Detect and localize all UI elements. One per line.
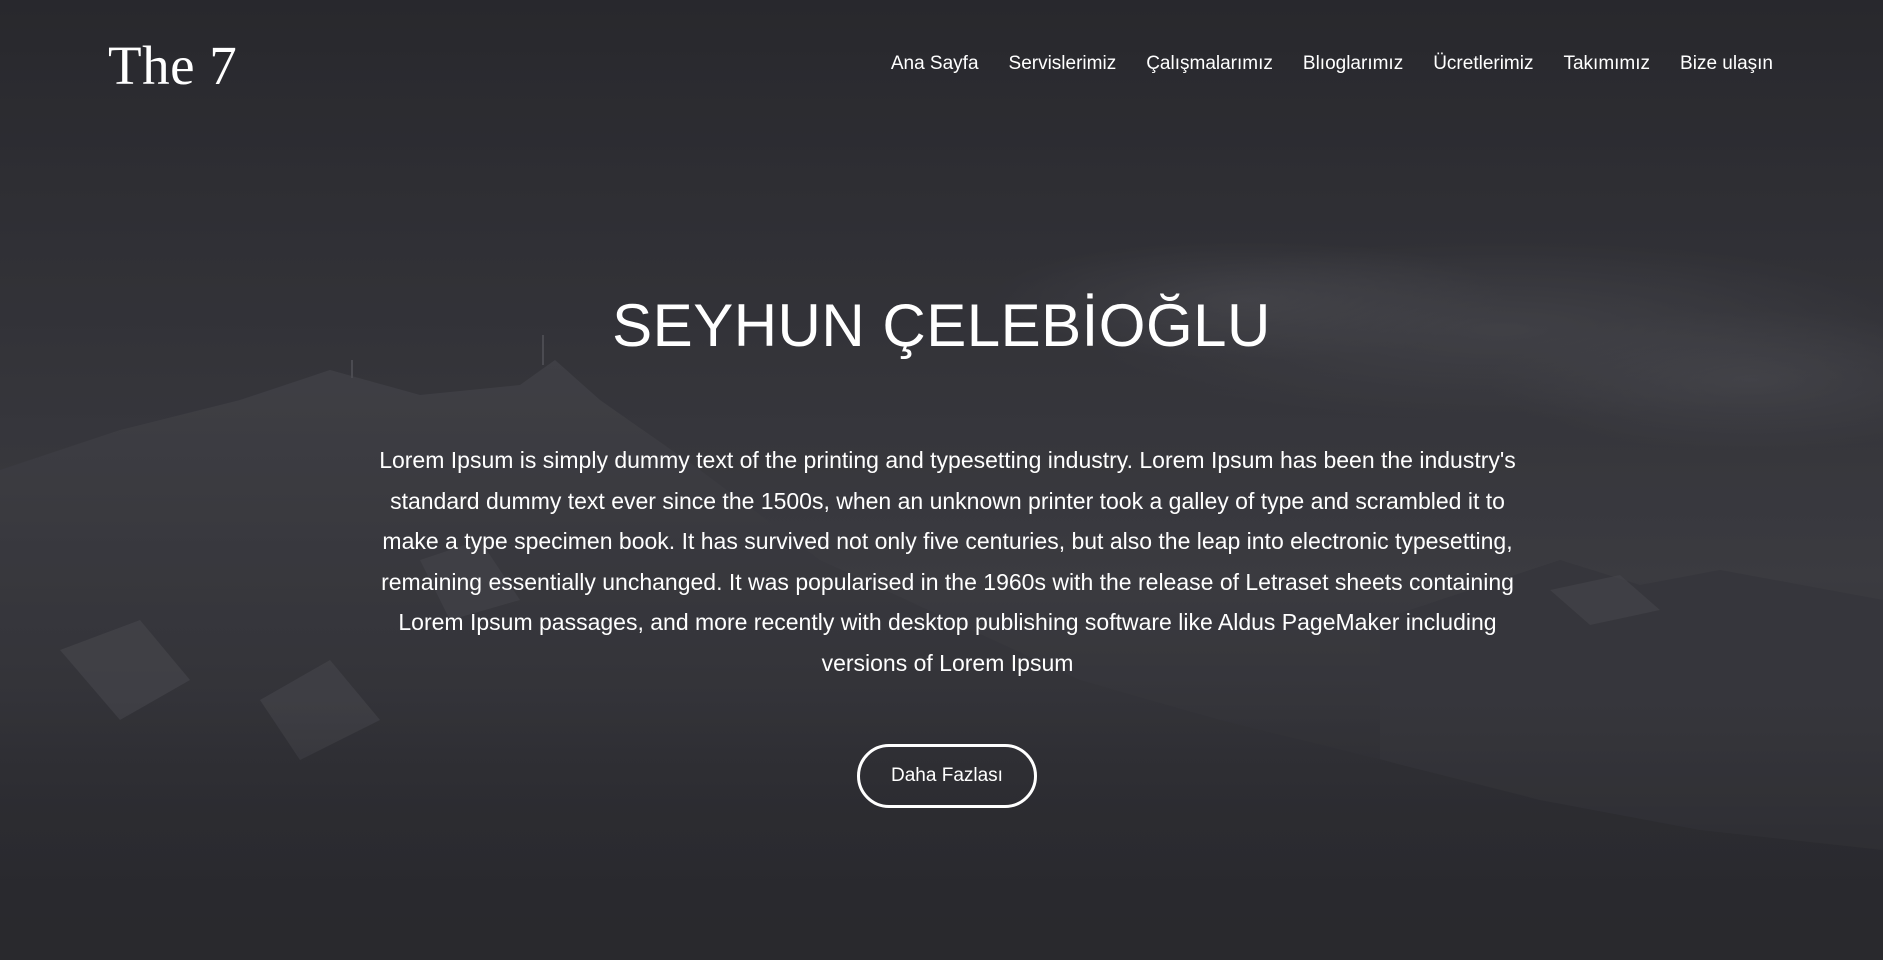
nav-item-servislerimiz[interactable]: Servislerimiz [1009, 50, 1117, 78]
nav-item-bize-ulasin[interactable]: Bize ulaşın [1680, 50, 1773, 78]
nav-item-takimimiz[interactable]: Takımımız [1563, 50, 1650, 78]
hero-description: Lorem Ipsum is simply dummy text of the … [379, 447, 1516, 676]
hero-title: SEYHUN ÇELEBİOĞLU [612, 292, 1271, 359]
site-logo[interactable]: The 7 [108, 34, 237, 98]
nav-item-ana-sayfa[interactable]: Ana Sayfa [891, 50, 979, 78]
nav-item-bloglarimiz[interactable]: Blıoglarımız [1303, 50, 1403, 78]
nav-item-calismalarimiz[interactable]: Çalışmalarımız [1146, 50, 1273, 78]
hero-section: The 7 Ana Sayfa Servislerimiz Çalışmalar… [0, 0, 1883, 960]
nav-item-ucretlerimiz[interactable]: Ücretlerimiz [1433, 50, 1533, 78]
site-header: The 7 Ana Sayfa Servislerimiz Çalışmalar… [0, 0, 1883, 130]
more-button[interactable]: Daha Fazlası [857, 744, 1037, 808]
main-navigation: Ana Sayfa Servislerimiz Çalışmalarımız B… [891, 50, 1773, 78]
